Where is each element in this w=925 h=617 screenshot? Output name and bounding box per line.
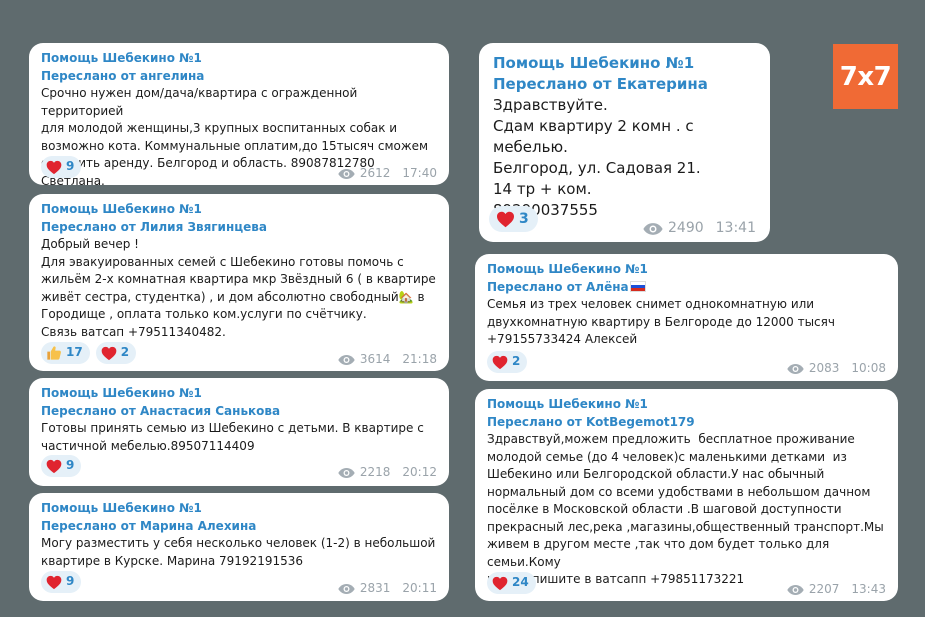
reaction-heart[interactable]: 9: [41, 571, 82, 593]
forwarded-from[interactable]: Переслано от Екатерина: [493, 74, 756, 95]
message-time: 17:40: [402, 166, 437, 180]
channel-name[interactable]: Помощь Шебекино №1: [487, 396, 886, 414]
channel-name[interactable]: Помощь Шебекино №1: [41, 385, 437, 403]
heart-icon: [496, 211, 515, 228]
message-text: Здравствуйте. Сдам квартиру 2 комн . с м…: [493, 96, 701, 219]
message-time: 13:43: [851, 582, 886, 596]
view-count: 2831: [359, 581, 391, 595]
forwarded-from[interactable]: Переслано от Анастасия Санькова: [41, 403, 437, 421]
message-text: Могу разместить у себя несколько человек…: [41, 536, 436, 568]
message-time: 21:18: [402, 352, 437, 366]
message-bubble[interactable]: Помощь Шебекино №1 Переслано от Марина А…: [29, 493, 449, 601]
forwarded-name: Переслано от Алёна: [487, 279, 629, 294]
eye-icon: [787, 363, 804, 375]
view-count: 3614: [359, 352, 391, 366]
message-time: 20:11: [402, 581, 437, 595]
channel-name[interactable]: Помощь Шебекино №1: [487, 261, 886, 279]
house-emoji-icon: 🏡: [398, 289, 414, 304]
message-time: 13:41: [715, 220, 756, 236]
view-count: 2218: [359, 465, 391, 479]
heart-icon: [492, 355, 508, 370]
channel-name[interactable]: Помощь Шебекино №1: [41, 201, 437, 219]
message-time: 20:12: [402, 465, 437, 479]
eye-icon: [338, 583, 355, 595]
message-text: Добрый вечер ! Для эвакуированных семей …: [41, 236, 437, 341]
message-bubble[interactable]: Помощь Шебекино №1 Переслано от Анастаси…: [29, 378, 449, 486]
logo-7x7: 7x7: [833, 44, 898, 109]
reaction-thumbs-up[interactable]: 17: [41, 342, 90, 364]
thumbs-up-icon: [46, 345, 62, 361]
message-bubble[interactable]: Помощь Шебекино №1 Переслано от ангелина…: [29, 43, 449, 185]
reaction-heart[interactable]: 3: [489, 206, 538, 232]
eye-icon: [338, 168, 355, 180]
channel-name[interactable]: Помощь Шебекино №1: [493, 53, 756, 74]
russia-flag-icon: [629, 280, 646, 292]
eye-icon: [787, 584, 804, 596]
view-count: 2612: [359, 166, 391, 180]
forwarded-from[interactable]: Переслано от Лилия Звягинцева: [41, 219, 437, 237]
reaction-count: 17: [66, 345, 83, 360]
heart-icon: [46, 459, 62, 474]
heart-icon: [46, 575, 62, 590]
reaction-heart[interactable]: 2: [95, 342, 137, 364]
reaction-count: 2: [512, 354, 521, 369]
reaction-count: 9: [66, 159, 75, 174]
message-text: Семья из трех человек снимет однокомнатн…: [487, 297, 835, 346]
reaction-count: 2: [120, 345, 130, 360]
heart-icon: [46, 160, 62, 175]
reaction-count: 24: [512, 575, 529, 590]
heart-icon: [492, 576, 508, 591]
eye-icon: [338, 354, 355, 366]
view-count: 2490: [668, 220, 704, 236]
message-bubble[interactable]: Помощь Шебекино №1 Переслано от KotBegem…: [475, 389, 898, 601]
reaction-heart[interactable]: 24: [487, 572, 536, 594]
eye-icon: [643, 222, 663, 236]
forwarded-from[interactable]: Переслано от Марина Алехина: [41, 518, 437, 536]
channel-name[interactable]: Помощь Шебекино №1: [41, 50, 437, 68]
logo-text: 7x7: [839, 61, 892, 92]
reaction-heart[interactable]: 9: [41, 156, 82, 178]
eye-icon: [338, 467, 355, 479]
message-text: Здравствуй,можем предложить бесплатное п…: [487, 432, 884, 586]
reaction-heart[interactable]: 9: [41, 455, 82, 477]
reaction-count: 3: [519, 210, 529, 227]
message-bubble[interactable]: Помощь Шебекино №1 Переслано от Лилия Зв…: [29, 194, 449, 371]
view-count: 2207: [808, 582, 840, 596]
view-count: 2083: [808, 361, 840, 375]
forwarded-from[interactable]: Переслано от Алёна: [487, 279, 886, 297]
channel-name[interactable]: Помощь Шебекино №1: [41, 500, 437, 518]
reaction-heart[interactable]: 2: [487, 351, 528, 373]
reaction-count: 9: [66, 458, 75, 473]
message-bubble[interactable]: Помощь Шебекино №1 Переслано от Алёна Се…: [475, 254, 898, 381]
reaction-count: 9: [66, 574, 75, 589]
forwarded-from[interactable]: Переслано от KotBegemot179: [487, 414, 886, 432]
forwarded-from[interactable]: Переслано от ангелина: [41, 68, 437, 86]
message-text: Готовы принять семью из Шебекино с детьм…: [41, 421, 424, 453]
message-text-part: Добрый вечер ! Для эвакуированных семей …: [41, 237, 436, 304]
heart-icon: [101, 346, 117, 361]
message-time: 10:08: [851, 361, 886, 375]
message-bubble[interactable]: Помощь Шебекино №1 Переслано от Екатерин…: [479, 43, 770, 242]
